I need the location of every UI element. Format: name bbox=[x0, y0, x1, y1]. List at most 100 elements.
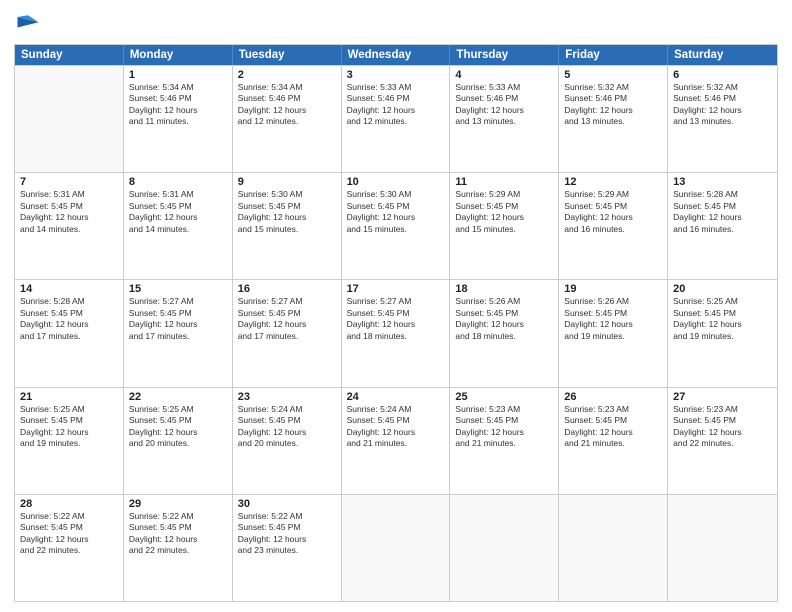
cell-sun-info: Sunrise: 5:22 AM Sunset: 5:45 PM Dayligh… bbox=[129, 511, 227, 557]
cell-sun-info: Sunrise: 5:31 AM Sunset: 5:45 PM Dayligh… bbox=[20, 189, 118, 235]
calendar-cell: 14Sunrise: 5:28 AM Sunset: 5:45 PM Dayli… bbox=[15, 280, 124, 386]
logo bbox=[14, 10, 46, 38]
calendar-cell: 23Sunrise: 5:24 AM Sunset: 5:45 PM Dayli… bbox=[233, 388, 342, 494]
cell-day-number: 19 bbox=[564, 283, 662, 295]
cell-sun-info: Sunrise: 5:25 AM Sunset: 5:45 PM Dayligh… bbox=[129, 404, 227, 450]
calendar-cell: 24Sunrise: 5:24 AM Sunset: 5:45 PM Dayli… bbox=[342, 388, 451, 494]
cell-day-number: 2 bbox=[238, 69, 336, 81]
cell-day-number: 24 bbox=[347, 391, 445, 403]
cell-day-number: 13 bbox=[673, 176, 772, 188]
cell-sun-info: Sunrise: 5:26 AM Sunset: 5:45 PM Dayligh… bbox=[455, 296, 553, 342]
calendar-cell: 8Sunrise: 5:31 AM Sunset: 5:45 PM Daylig… bbox=[124, 173, 233, 279]
cell-sun-info: Sunrise: 5:33 AM Sunset: 5:46 PM Dayligh… bbox=[347, 82, 445, 128]
cell-sun-info: Sunrise: 5:32 AM Sunset: 5:46 PM Dayligh… bbox=[673, 82, 772, 128]
cell-day-number: 5 bbox=[564, 69, 662, 81]
calendar-header-cell: Sunday bbox=[15, 45, 124, 65]
cell-sun-info: Sunrise: 5:27 AM Sunset: 5:45 PM Dayligh… bbox=[129, 296, 227, 342]
calendar-cell: 13Sunrise: 5:28 AM Sunset: 5:45 PM Dayli… bbox=[668, 173, 777, 279]
calendar-header-cell: Tuesday bbox=[233, 45, 342, 65]
cell-day-number: 1 bbox=[129, 69, 227, 81]
cell-day-number: 21 bbox=[20, 391, 118, 403]
cell-sun-info: Sunrise: 5:31 AM Sunset: 5:45 PM Dayligh… bbox=[129, 189, 227, 235]
calendar-header-cell: Thursday bbox=[450, 45, 559, 65]
calendar-cell: 1Sunrise: 5:34 AM Sunset: 5:46 PM Daylig… bbox=[124, 66, 233, 172]
calendar-cell bbox=[450, 495, 559, 601]
calendar-cell: 11Sunrise: 5:29 AM Sunset: 5:45 PM Dayli… bbox=[450, 173, 559, 279]
cell-sun-info: Sunrise: 5:22 AM Sunset: 5:45 PM Dayligh… bbox=[238, 511, 336, 557]
cell-sun-info: Sunrise: 5:33 AM Sunset: 5:46 PM Dayligh… bbox=[455, 82, 553, 128]
cell-sun-info: Sunrise: 5:29 AM Sunset: 5:45 PM Dayligh… bbox=[564, 189, 662, 235]
calendar-cell: 16Sunrise: 5:27 AM Sunset: 5:45 PM Dayli… bbox=[233, 280, 342, 386]
calendar-week-row: 7Sunrise: 5:31 AM Sunset: 5:45 PM Daylig… bbox=[15, 172, 777, 279]
cell-day-number: 8 bbox=[129, 176, 227, 188]
calendar-header-cell: Wednesday bbox=[342, 45, 451, 65]
cell-sun-info: Sunrise: 5:28 AM Sunset: 5:45 PM Dayligh… bbox=[673, 189, 772, 235]
cell-day-number: 10 bbox=[347, 176, 445, 188]
cell-sun-info: Sunrise: 5:27 AM Sunset: 5:45 PM Dayligh… bbox=[238, 296, 336, 342]
calendar-cell: 26Sunrise: 5:23 AM Sunset: 5:45 PM Dayli… bbox=[559, 388, 668, 494]
cell-sun-info: Sunrise: 5:25 AM Sunset: 5:45 PM Dayligh… bbox=[20, 404, 118, 450]
cell-day-number: 18 bbox=[455, 283, 553, 295]
cell-day-number: 12 bbox=[564, 176, 662, 188]
calendar-cell bbox=[342, 495, 451, 601]
calendar-cell: 3Sunrise: 5:33 AM Sunset: 5:46 PM Daylig… bbox=[342, 66, 451, 172]
cell-day-number: 11 bbox=[455, 176, 553, 188]
cell-day-number: 23 bbox=[238, 391, 336, 403]
calendar-header-cell: Monday bbox=[124, 45, 233, 65]
cell-day-number: 29 bbox=[129, 498, 227, 510]
cell-sun-info: Sunrise: 5:34 AM Sunset: 5:46 PM Dayligh… bbox=[238, 82, 336, 128]
calendar-cell bbox=[559, 495, 668, 601]
cell-sun-info: Sunrise: 5:22 AM Sunset: 5:45 PM Dayligh… bbox=[20, 511, 118, 557]
cell-sun-info: Sunrise: 5:28 AM Sunset: 5:45 PM Dayligh… bbox=[20, 296, 118, 342]
cell-day-number: 26 bbox=[564, 391, 662, 403]
cell-day-number: 6 bbox=[673, 69, 772, 81]
calendar-cell: 22Sunrise: 5:25 AM Sunset: 5:45 PM Dayli… bbox=[124, 388, 233, 494]
calendar-cell: 6Sunrise: 5:32 AM Sunset: 5:46 PM Daylig… bbox=[668, 66, 777, 172]
cell-sun-info: Sunrise: 5:26 AM Sunset: 5:45 PM Dayligh… bbox=[564, 296, 662, 342]
calendar: SundayMondayTuesdayWednesdayThursdayFrid… bbox=[14, 44, 778, 602]
calendar-cell: 12Sunrise: 5:29 AM Sunset: 5:45 PM Dayli… bbox=[559, 173, 668, 279]
calendar-cell: 30Sunrise: 5:22 AM Sunset: 5:45 PM Dayli… bbox=[233, 495, 342, 601]
calendar-cell: 29Sunrise: 5:22 AM Sunset: 5:45 PM Dayli… bbox=[124, 495, 233, 601]
calendar-body: 1Sunrise: 5:34 AM Sunset: 5:46 PM Daylig… bbox=[15, 65, 777, 601]
calendar-week-row: 1Sunrise: 5:34 AM Sunset: 5:46 PM Daylig… bbox=[15, 65, 777, 172]
calendar-cell: 27Sunrise: 5:23 AM Sunset: 5:45 PM Dayli… bbox=[668, 388, 777, 494]
calendar-header-cell: Saturday bbox=[668, 45, 777, 65]
cell-sun-info: Sunrise: 5:29 AM Sunset: 5:45 PM Dayligh… bbox=[455, 189, 553, 235]
calendar-header-cell: Friday bbox=[559, 45, 668, 65]
cell-day-number: 28 bbox=[20, 498, 118, 510]
cell-sun-info: Sunrise: 5:25 AM Sunset: 5:45 PM Dayligh… bbox=[673, 296, 772, 342]
cell-sun-info: Sunrise: 5:30 AM Sunset: 5:45 PM Dayligh… bbox=[238, 189, 336, 235]
calendar-cell: 2Sunrise: 5:34 AM Sunset: 5:46 PM Daylig… bbox=[233, 66, 342, 172]
cell-day-number: 16 bbox=[238, 283, 336, 295]
calendar-cell: 9Sunrise: 5:30 AM Sunset: 5:45 PM Daylig… bbox=[233, 173, 342, 279]
cell-day-number: 15 bbox=[129, 283, 227, 295]
cell-sun-info: Sunrise: 5:32 AM Sunset: 5:46 PM Dayligh… bbox=[564, 82, 662, 128]
cell-day-number: 25 bbox=[455, 391, 553, 403]
calendar-cell: 19Sunrise: 5:26 AM Sunset: 5:45 PM Dayli… bbox=[559, 280, 668, 386]
cell-sun-info: Sunrise: 5:23 AM Sunset: 5:45 PM Dayligh… bbox=[564, 404, 662, 450]
calendar-cell: 18Sunrise: 5:26 AM Sunset: 5:45 PM Dayli… bbox=[450, 280, 559, 386]
calendar-cell: 17Sunrise: 5:27 AM Sunset: 5:45 PM Dayli… bbox=[342, 280, 451, 386]
cell-day-number: 14 bbox=[20, 283, 118, 295]
calendar-week-row: 21Sunrise: 5:25 AM Sunset: 5:45 PM Dayli… bbox=[15, 387, 777, 494]
calendar-cell: 25Sunrise: 5:23 AM Sunset: 5:45 PM Dayli… bbox=[450, 388, 559, 494]
cell-day-number: 30 bbox=[238, 498, 336, 510]
calendar-cell: 4Sunrise: 5:33 AM Sunset: 5:46 PM Daylig… bbox=[450, 66, 559, 172]
calendar-cell bbox=[668, 495, 777, 601]
cell-sun-info: Sunrise: 5:30 AM Sunset: 5:45 PM Dayligh… bbox=[347, 189, 445, 235]
calendar-header: SundayMondayTuesdayWednesdayThursdayFrid… bbox=[15, 45, 777, 65]
cell-day-number: 17 bbox=[347, 283, 445, 295]
cell-day-number: 27 bbox=[673, 391, 772, 403]
calendar-cell: 15Sunrise: 5:27 AM Sunset: 5:45 PM Dayli… bbox=[124, 280, 233, 386]
cell-day-number: 9 bbox=[238, 176, 336, 188]
cell-day-number: 20 bbox=[673, 283, 772, 295]
cell-day-number: 7 bbox=[20, 176, 118, 188]
calendar-cell: 21Sunrise: 5:25 AM Sunset: 5:45 PM Dayli… bbox=[15, 388, 124, 494]
calendar-cell: 20Sunrise: 5:25 AM Sunset: 5:45 PM Dayli… bbox=[668, 280, 777, 386]
calendar-cell: 10Sunrise: 5:30 AM Sunset: 5:45 PM Dayli… bbox=[342, 173, 451, 279]
cell-sun-info: Sunrise: 5:34 AM Sunset: 5:46 PM Dayligh… bbox=[129, 82, 227, 128]
cell-sun-info: Sunrise: 5:24 AM Sunset: 5:45 PM Dayligh… bbox=[347, 404, 445, 450]
cell-day-number: 4 bbox=[455, 69, 553, 81]
calendar-cell: 7Sunrise: 5:31 AM Sunset: 5:45 PM Daylig… bbox=[15, 173, 124, 279]
